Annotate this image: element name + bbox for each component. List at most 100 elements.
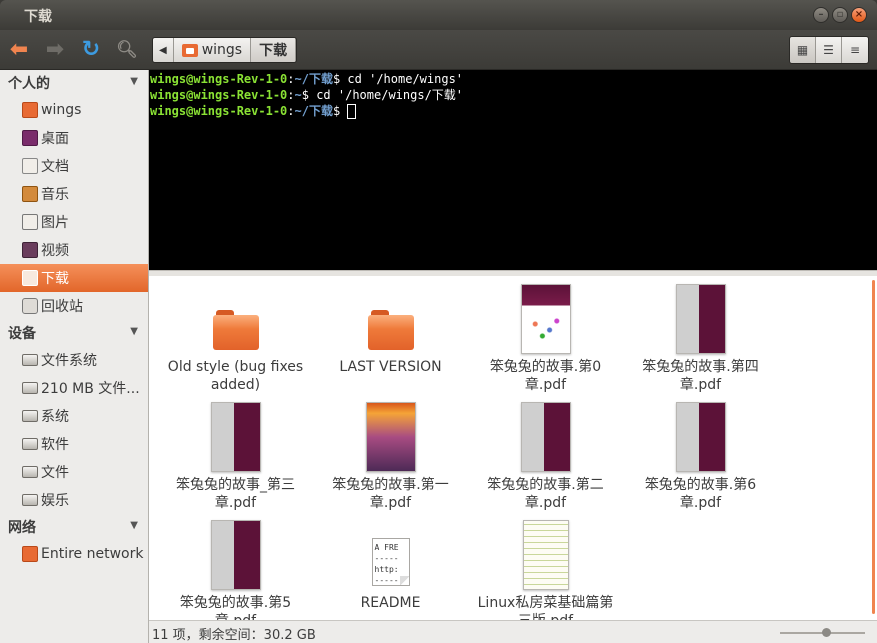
status-text: 11 项，剩余空间：30.2 GB	[152, 628, 316, 643]
sidebar-item-label: 文件	[41, 465, 69, 481]
sidebar-item-label: 系统	[41, 409, 69, 425]
terminal-prompt: $	[301, 88, 309, 102]
sidebar-item-home[interactable]: wings	[0, 96, 148, 124]
sidebar-section-devices[interactable]: 设备 ▼	[0, 320, 148, 346]
file-name: README	[360, 595, 421, 611]
file-item[interactable]: LAST VERSION	[313, 282, 468, 400]
file-name: 笨兔兔的故事.第6章.pdf	[644, 477, 757, 511]
sidebar-item-label: 桌面	[41, 131, 69, 147]
path-button-home[interactable]: wings	[173, 38, 252, 62]
network-icon	[22, 546, 38, 562]
title-bar: 下载 – ▫ ×	[0, 0, 877, 30]
sidebar-item-downloads[interactable]: 下载	[0, 264, 148, 292]
pictures-folder-icon	[22, 214, 38, 230]
text-file-icon: A FRE ----- http: -----	[371, 538, 410, 586]
icon-view-icon[interactable]: ▦	[790, 37, 816, 63]
file-name: 笨兔兔的故事.第一章.pdf	[332, 477, 449, 511]
file-item[interactable]: Old style (bug fixes added)	[158, 282, 313, 400]
drive-icon	[22, 438, 38, 450]
file-item[interactable]: 笨兔兔的故事_第三章.pdf	[158, 400, 313, 518]
icon-grid: Old style (bug fixes added) LAST VERSION…	[158, 282, 778, 620]
sidebar-section-network[interactable]: 网络 ▼	[0, 514, 148, 540]
zoom-slider-handle[interactable]	[822, 628, 831, 637]
sidebar-item-music[interactable]: 音乐	[0, 180, 148, 208]
sidebar-item-pictures[interactable]: 图片	[0, 208, 148, 236]
sidebar-item-210mb-volume[interactable]: 210 MB 文件...	[0, 374, 148, 402]
sidebar-item-label: 娱乐	[41, 493, 69, 509]
sidebar: 个人的 ▼ wings 桌面 文档 音乐 图片 视频 下载 回收站 设备 ▼ 文…	[0, 70, 149, 643]
sidebar-item-label: 软件	[41, 437, 69, 453]
terminal-path: ~/下载	[294, 104, 333, 118]
drive-icon	[22, 382, 38, 394]
compact-view-icon[interactable]: ≡	[842, 37, 868, 63]
drive-icon	[22, 354, 38, 366]
sidebar-item-label: 文档	[41, 159, 69, 175]
list-view-icon[interactable]: ☰	[816, 37, 842, 63]
sidebar-item-desktop[interactable]: 桌面	[0, 124, 148, 152]
sidebar-item-videos[interactable]: 视频	[0, 236, 148, 264]
folder-icon	[367, 310, 414, 350]
forward-arrow-icon[interactable]: ➡	[42, 38, 68, 62]
collapse-triangle-icon[interactable]: ▼	[130, 520, 138, 531]
minimize-button[interactable]: –	[813, 7, 829, 23]
sidebar-item-files[interactable]: 文件	[0, 458, 148, 486]
drive-icon	[22, 494, 38, 506]
sidebar-item-filesystem[interactable]: 文件系统	[0, 346, 148, 374]
pdf-thumbnail-icon	[520, 284, 571, 354]
collapse-triangle-icon[interactable]: ▼	[130, 326, 138, 337]
maximize-button[interactable]: ▫	[832, 7, 848, 23]
home-folder-icon	[181, 43, 198, 57]
status-bar: 11 项，剩余空间：30.2 GB	[149, 620, 877, 643]
terminal-user: wings@wings-Rev-1-0	[150, 88, 288, 102]
file-item[interactable]: 笨兔兔的故事.第5章.pdf	[158, 518, 313, 620]
sidebar-item-label: 音乐	[41, 187, 69, 203]
window-controls: – ▫ ×	[813, 7, 867, 23]
sidebar-item-label: 图片	[41, 215, 69, 231]
sidebar-item-label: 回收站	[41, 299, 83, 315]
sidebar-item-label: 视频	[41, 243, 69, 259]
file-name: 笨兔兔的故事.第0章.pdf	[489, 359, 602, 393]
section-title: 网络	[8, 520, 36, 536]
terminal-line: wings@wings-Rev-1-0:~/下载$	[150, 103, 877, 119]
file-item[interactable]: 笨兔兔的故事.第0章.pdf	[468, 282, 623, 400]
trash-icon	[22, 298, 38, 314]
documents-folder-icon	[22, 158, 38, 174]
file-item[interactable]: 笨兔兔的故事.第一章.pdf	[313, 400, 468, 518]
file-item[interactable]: 笨兔兔的故事.第6章.pdf	[623, 400, 778, 518]
file-name: LAST VERSION	[339, 359, 442, 375]
file-item[interactable]: 笨兔兔的故事.第二章.pdf	[468, 400, 623, 518]
path-button-current[interactable]: 下载	[251, 38, 297, 62]
sidebar-item-label: Entire network	[41, 546, 144, 562]
desktop-folder-icon	[22, 130, 38, 146]
zoom-slider[interactable]	[780, 628, 865, 637]
collapse-triangle-icon[interactable]: ▼	[130, 76, 138, 87]
file-name: 笨兔兔的故事.第二章.pdf	[487, 477, 604, 511]
terminal-path: ~/下载	[294, 72, 333, 86]
scrollbar[interactable]	[872, 280, 875, 614]
path-label: wings	[201, 42, 243, 58]
sidebar-item-documents[interactable]: 文档	[0, 152, 148, 180]
terminal-command: cd '/home/wings/下载'	[308, 88, 464, 102]
sidebar-section-personal[interactable]: 个人的 ▼	[0, 70, 148, 96]
sidebar-item-trash[interactable]: 回收站	[0, 292, 148, 320]
sidebar-item-label: wings	[41, 102, 82, 118]
file-item[interactable]: Linux私房菜基础篇第三版.pdf	[468, 518, 623, 620]
path-label: 下载	[259, 43, 288, 59]
reload-icon[interactable]: ↻	[78, 38, 104, 62]
sidebar-item-system[interactable]: 系统	[0, 402, 148, 430]
sidebar-item-entertainment[interactable]: 娱乐	[0, 486, 148, 514]
file-name: Old style (bug fixes added)	[167, 359, 304, 393]
close-button[interactable]: ×	[851, 7, 867, 23]
window-title: 下载	[24, 9, 52, 25]
search-icon[interactable]: 🔍︎	[114, 38, 140, 62]
sidebar-item-label: 文件系统	[41, 353, 97, 369]
file-item[interactable]: 笨兔兔的故事.第四章.pdf	[623, 282, 778, 400]
embedded-terminal[interactable]: wings@wings-Rev-1-0:~/下载$ cd '/home/wing…	[149, 70, 877, 270]
sidebar-item-software[interactable]: 软件	[0, 430, 148, 458]
file-name: 笨兔兔的故事.第四章.pdf	[642, 359, 759, 393]
terminal-command	[340, 104, 347, 118]
file-item[interactable]: A FRE ----- http: ----- README	[313, 518, 468, 620]
back-arrow-icon[interactable]: ⬅	[6, 38, 32, 62]
path-scroll-left-button[interactable]: ◀	[153, 38, 174, 62]
sidebar-item-entire-network[interactable]: Entire network	[0, 540, 148, 568]
